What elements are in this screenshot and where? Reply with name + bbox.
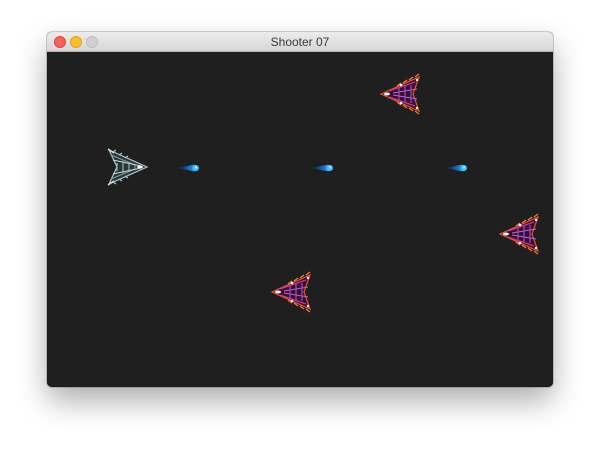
game-canvas[interactable] xyxy=(47,52,553,387)
space-background xyxy=(47,52,553,387)
window-title: Shooter 07 xyxy=(270,35,330,49)
title-bar[interactable]: Shooter 07 xyxy=(47,32,553,52)
game-scene[interactable] xyxy=(47,52,553,387)
game-window: Shooter 07 xyxy=(47,32,553,387)
